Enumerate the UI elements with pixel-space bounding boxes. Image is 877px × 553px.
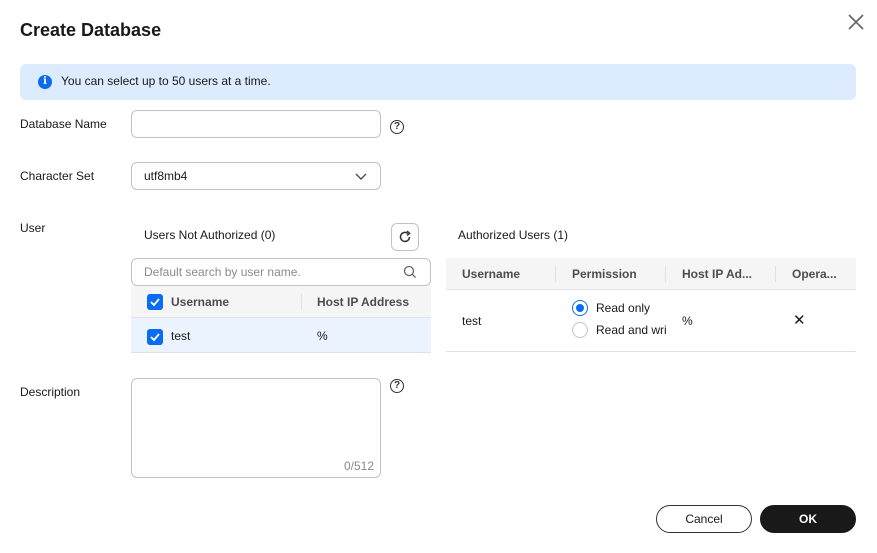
- cancel-button[interactable]: Cancel: [656, 505, 752, 533]
- column-divider: [555, 266, 556, 282]
- row-username: test: [171, 329, 191, 343]
- column-header-operation[interactable]: Opera...: [792, 267, 837, 281]
- ok-button[interactable]: OK: [760, 505, 856, 533]
- description-counter: 0/512: [343, 459, 374, 473]
- description-textarea[interactable]: 0/512: [131, 378, 381, 478]
- refresh-icon: [399, 230, 411, 243]
- authorized-users-title: Authorized Users (1): [458, 228, 569, 242]
- database-name-input[interactable]: [131, 110, 381, 138]
- row-host: %: [682, 314, 693, 328]
- permission-read-only-radio[interactable]: [572, 300, 588, 316]
- character-set-select[interactable]: utf8mb4: [131, 162, 381, 190]
- unauthorized-users-title: Users Not Authorized (0): [144, 228, 276, 242]
- dialog-title: Create Database: [20, 20, 162, 40]
- search-icon[interactable]: [403, 265, 417, 279]
- help-icon[interactable]: ?: [390, 379, 404, 393]
- row-checkbox[interactable]: [147, 329, 163, 345]
- info-text: You can select up to 50 users at a time.: [61, 74, 271, 88]
- table-row: test Read only Read and wri % ✕: [446, 290, 856, 352]
- column-divider: [665, 266, 666, 282]
- remove-icon[interactable]: ✕: [793, 311, 806, 329]
- permission-read-write-radio[interactable]: [572, 322, 588, 338]
- chevron-down-icon: [354, 169, 368, 183]
- permission-read-write-label[interactable]: Read and wri: [596, 323, 667, 337]
- database-name-label: Database Name: [20, 117, 107, 131]
- close-icon[interactable]: [844, 10, 868, 34]
- table-row[interactable]: test %: [131, 318, 431, 353]
- character-set-value: utf8mb4: [144, 169, 188, 183]
- character-set-label: Character Set: [20, 169, 95, 183]
- check-icon: [150, 333, 160, 342]
- authorized-table-header: Username Permission Host IP Ad... Opera.…: [446, 258, 856, 290]
- info-icon: i: [38, 75, 52, 89]
- column-divider: [775, 266, 776, 282]
- refresh-button[interactable]: [391, 223, 419, 251]
- column-header-username[interactable]: Username: [171, 295, 229, 309]
- check-icon: [150, 298, 160, 307]
- help-icon[interactable]: ?: [390, 120, 404, 134]
- column-header-host-ip[interactable]: Host IP Ad...: [682, 267, 752, 281]
- column-divider: [301, 294, 302, 310]
- permission-read-only-label[interactable]: Read only: [596, 301, 650, 315]
- user-search-input[interactable]: [144, 264, 394, 280]
- column-header-permission[interactable]: Permission: [572, 267, 637, 281]
- column-header-host-ip[interactable]: Host IP Address: [317, 295, 409, 309]
- column-header-username[interactable]: Username: [462, 267, 520, 281]
- row-username: test: [462, 314, 482, 328]
- row-host: %: [317, 329, 328, 343]
- user-label: User: [20, 221, 46, 235]
- select-all-checkbox[interactable]: [147, 294, 163, 310]
- info-banner: i You can select up to 50 users at a tim…: [20, 64, 856, 100]
- user-search-box[interactable]: [131, 258, 431, 286]
- description-label: Description: [20, 385, 81, 399]
- unauthorized-table-header: Username Host IP Address: [131, 286, 431, 318]
